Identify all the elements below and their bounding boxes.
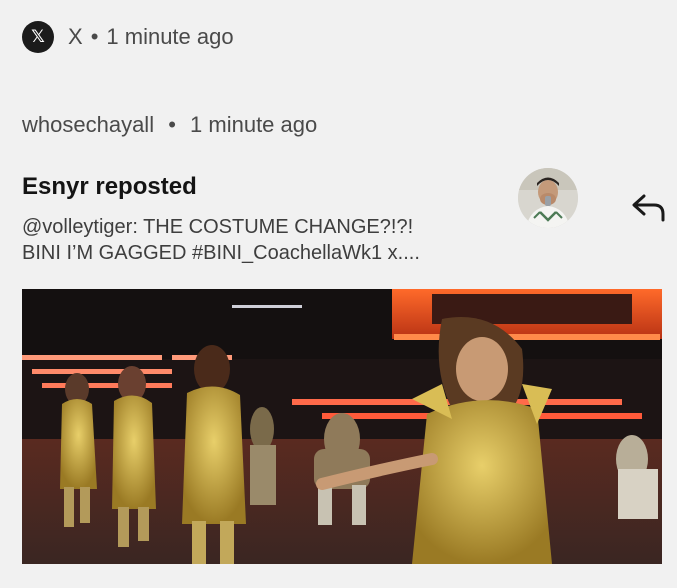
reply-button[interactable] [628,188,670,228]
avatar-image [518,168,578,228]
app-name: X [68,24,83,49]
subheader-time: 1 minute ago [190,112,318,137]
reply-arrow-icon [632,194,665,222]
notification-app-header: 𝕏 X • 1 minute ago [22,20,234,54]
notification-body[interactable]: @volleytiger: THE COSTUME CHANGE?!?! BIN… [22,214,492,266]
notification-body-line-2: BINI I’M GAGGED #BINI_CoachellaWk1 x.... [22,242,420,264]
notification-subheader: whosechayall • 1 minute ago [22,112,317,138]
notification-title[interactable]: Esnyr reposted [22,173,197,201]
stage-performance-image [22,289,662,564]
notification-body-line-1: @volleytiger: THE COSTUME CHANGE?!?! [22,216,414,238]
notification-time: 1 minute ago [106,24,234,49]
notification-media-preview[interactable] [22,289,662,564]
separator-dot: • [90,24,99,49]
user-avatar [518,168,578,228]
account-name: whosechayall [22,112,155,137]
x-logo-icon: 𝕏 [22,21,54,53]
separator-dot: • [168,112,176,137]
